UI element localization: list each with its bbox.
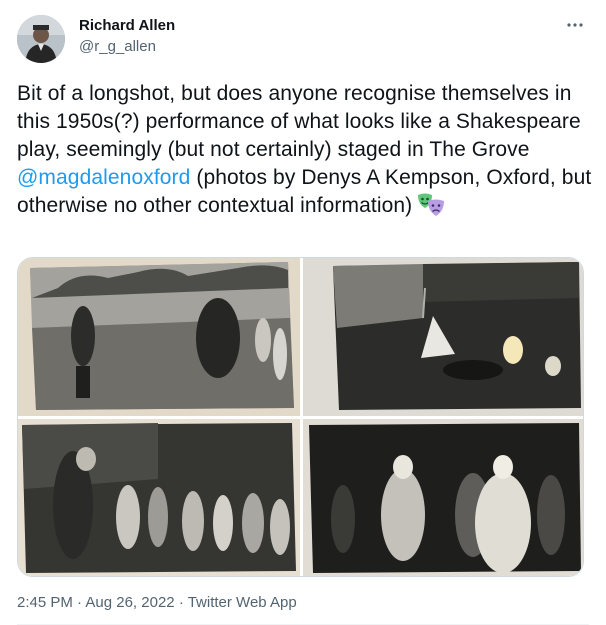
mention-link[interactable]: @magdalenoxford <box>17 166 190 189</box>
media-photo-3[interactable] <box>18 419 300 576</box>
media-grid <box>17 257 584 577</box>
avatar-image <box>17 15 65 63</box>
media-photo-4[interactable] <box>303 419 583 576</box>
tweet-text: Bit of a longshot, but does anyone recog… <box>17 80 592 220</box>
tweet-date[interactable]: Aug 26, 2022 <box>85 594 174 611</box>
media-photo-1[interactable] <box>18 258 300 416</box>
tweet-time[interactable]: 2:45 PM <box>17 594 73 611</box>
meta-separator: · <box>77 594 83 611</box>
tweet-meta: 2:45 PM · Aug 26, 2022 · Twitter Web App <box>17 594 297 611</box>
author-name[interactable]: Richard Allen <box>79 17 175 34</box>
media-photo-2[interactable] <box>303 258 583 416</box>
meta-separator: · <box>178 594 184 611</box>
tweet-card: Richard Allen @r_g_allen Bit of a longsh… <box>0 0 606 625</box>
performing-arts-masks-icon <box>416 192 446 218</box>
avatar[interactable] <box>17 15 65 63</box>
author-handle[interactable]: @r_g_allen <box>79 38 156 55</box>
tweet-text-part1: Bit of a longshot, but does anyone recog… <box>17 82 581 161</box>
more-options-icon[interactable] <box>564 16 586 34</box>
tweet-source[interactable]: Twitter Web App <box>188 594 297 611</box>
